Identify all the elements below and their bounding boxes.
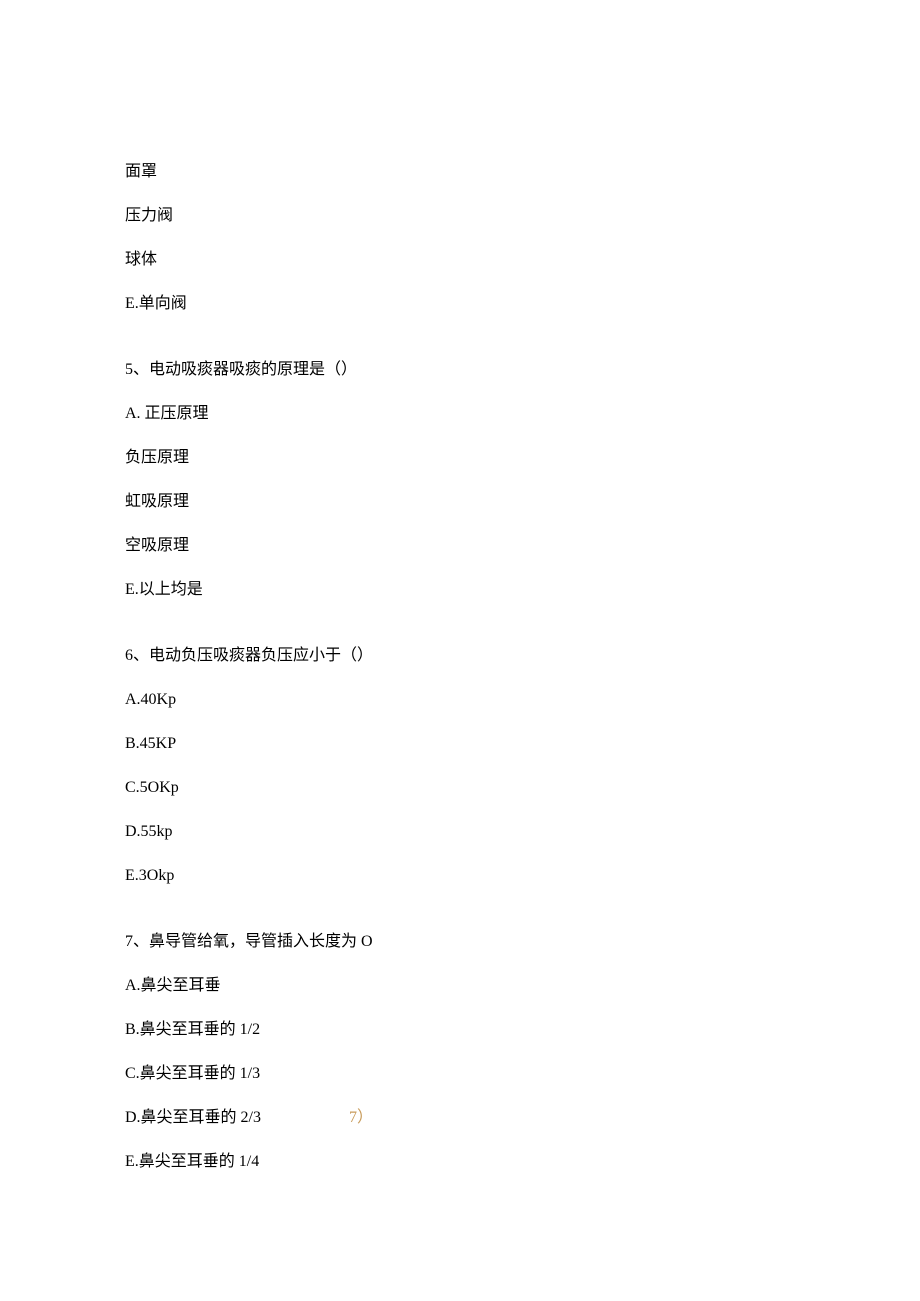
- question-option: B.45KP: [125, 732, 795, 756]
- intro-line: 面罩: [125, 160, 795, 184]
- question-option: 虹吸原理: [125, 490, 795, 514]
- question-option: B.鼻尖至耳垂的 1/2: [125, 1018, 795, 1042]
- question-option: C.5OKp: [125, 776, 795, 800]
- intro-line: 压力阀: [125, 204, 795, 228]
- question-option: A.40Kp: [125, 688, 795, 712]
- annotation-text: 7）: [349, 1109, 373, 1126]
- question-option: E.3Okp: [125, 864, 795, 888]
- question-option: A. 正压原理: [125, 402, 795, 426]
- question-option-text: D.鼻尖至耳垂的 2/3: [125, 1109, 261, 1126]
- question-option: 空吸原理: [125, 534, 795, 558]
- question-option: D.55kp: [125, 820, 795, 844]
- question-option: 负压原理: [125, 446, 795, 470]
- intro-line: E.单向阀: [125, 292, 795, 316]
- question-option: E.以上均是: [125, 578, 795, 602]
- question-option: E.鼻尖至耳垂的 1/4: [125, 1150, 795, 1174]
- question-stem: 7、鼻导管给氧，导管插入长度为 O: [125, 930, 795, 954]
- question-option: A.鼻尖至耳垂: [125, 974, 795, 998]
- question-option-with-annotation: D.鼻尖至耳垂的 2/3 7）: [125, 1106, 795, 1130]
- question-option: C.鼻尖至耳垂的 1/3: [125, 1062, 795, 1086]
- intro-line: 球体: [125, 248, 795, 272]
- question-stem: 5、电动吸痰器吸痰的原理是（）: [125, 358, 795, 382]
- question-stem: 6、电动负压吸痰器负压应小于（）: [125, 644, 795, 668]
